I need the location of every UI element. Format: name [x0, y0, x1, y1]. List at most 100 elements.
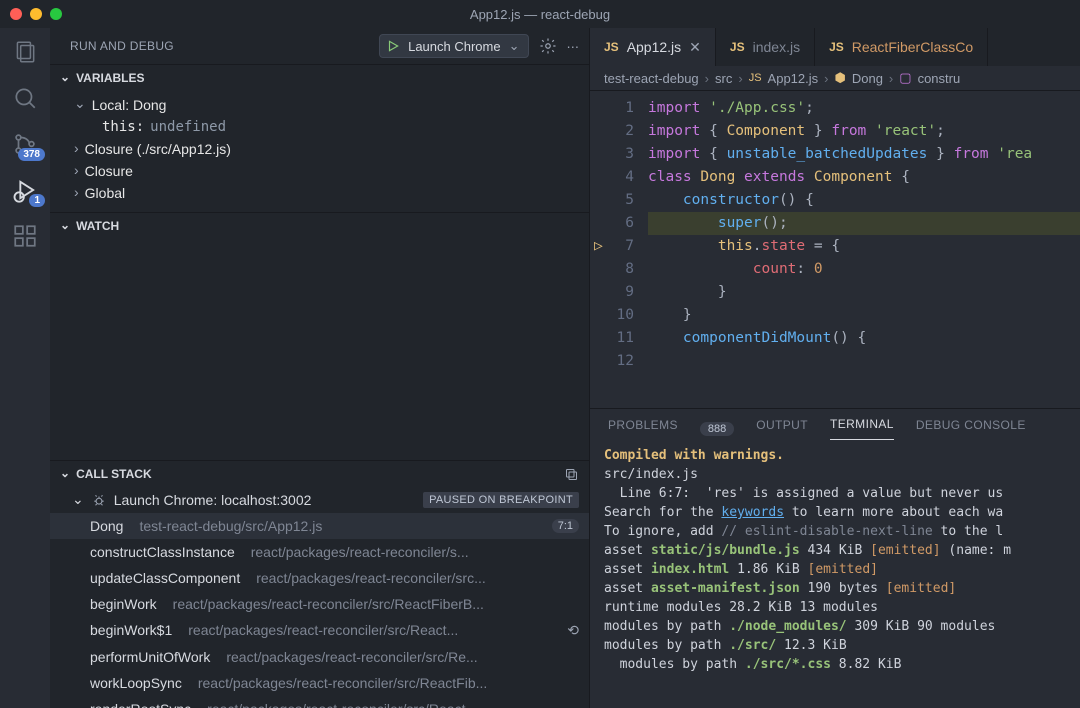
editor-tab[interactable]: JS ReactFiberClassCo	[815, 28, 988, 66]
section-watch[interactable]: WATCH	[50, 212, 589, 239]
chevron-down-icon	[60, 467, 70, 481]
frame-path: react/packages/react-reconciler/s...	[251, 544, 571, 560]
chevron-down-icon	[60, 219, 70, 233]
chevron-down-icon	[72, 492, 84, 509]
frame-path: test-react-debug/src/App12.js	[139, 518, 543, 534]
more-icon[interactable]: ⋯	[567, 39, 580, 54]
close-icon[interactable]: ✕	[689, 39, 701, 56]
section-callstack[interactable]: CALL STACK	[50, 460, 589, 488]
minimize-window-icon[interactable]	[30, 8, 42, 20]
activity-bar: 378 1	[0, 28, 50, 708]
frame-fn: workLoopSync	[90, 675, 182, 691]
callstack-frame[interactable]: workLoopSync react/packages/react-reconci…	[50, 670, 589, 696]
copy-icon[interactable]	[564, 467, 579, 482]
chevron-down-icon: ⌄	[509, 38, 520, 54]
callstack-frame[interactable]: renderRootSyncreact/packages/react-recon…	[50, 696, 589, 708]
frame-fn: renderRootSync	[90, 701, 191, 708]
breadcrumb-item[interactable]: App12.js	[768, 71, 819, 86]
frame-fn: beginWork$1	[90, 622, 172, 638]
scope-closure-file[interactable]: Closure (./src/App12.js)	[50, 138, 589, 160]
close-window-icon[interactable]	[10, 8, 22, 20]
window-controls	[10, 8, 62, 20]
panel-tab-terminal[interactable]: TERMINAL	[830, 417, 894, 440]
tab-label: ReactFiberClassCo	[852, 39, 973, 55]
callstack-frame[interactable]: constructClassInstance react/packages/rea…	[50, 539, 589, 565]
panel-tab-output[interactable]: OUTPUT	[756, 418, 808, 440]
problems-count: 888	[700, 422, 734, 436]
chevron-right-icon	[74, 163, 79, 179]
scm-badge: 378	[18, 148, 45, 161]
editor-tabs: JS App12.js ✕ JS index.js JS ReactFiberClassCo	[590, 28, 1080, 66]
frame-path: react/packages/react-reconciler/src/Reac…	[173, 596, 571, 612]
play-icon	[386, 39, 400, 53]
breadcrumb-item[interactable]: src	[715, 71, 732, 86]
tab-label: App12.js	[627, 39, 681, 55]
run-debug-icon[interactable]: 1	[11, 176, 39, 204]
frame-path: react/packages/react-reconciler/src/Reac…	[188, 622, 559, 638]
extensions-icon[interactable]	[11, 222, 39, 250]
chevron-down-icon	[74, 96, 86, 113]
callstack-session[interactable]: Launch Chrome: localhost:3002 PAUSED ON …	[50, 488, 589, 513]
chevron-right-icon	[74, 141, 79, 157]
callstack-frame[interactable]: Dong test-react-debug/src/App12.js 7:1	[50, 513, 589, 539]
restart-frame-icon[interactable]: ⟲	[567, 622, 579, 639]
titlebar: App12.js — react-debug	[0, 0, 1080, 28]
callstack-body: Launch Chrome: localhost:3002 PAUSED ON …	[50, 488, 589, 708]
breadcrumb-item[interactable]: constru	[918, 71, 961, 86]
editor-group: JS App12.js ✕ JS index.js JS ReactFiberClassCo…	[590, 28, 1080, 708]
window-title: App12.js — react-debug	[470, 7, 610, 22]
debug-badge: 1	[29, 194, 45, 207]
frame-path: react/packages/react-reconciler/src/Re..…	[226, 649, 571, 665]
js-icon: JS	[749, 72, 762, 84]
launch-config-dropdown[interactable]: Launch Chrome ⌄	[379, 34, 528, 58]
line-gutter: 123456▷789101112	[590, 91, 648, 408]
section-variables[interactable]: VARIABLES	[50, 64, 589, 91]
terminal-output[interactable]: Compiled with warnings.src/index.js Line…	[590, 440, 1080, 708]
search-icon[interactable]	[11, 84, 39, 112]
editor-tab[interactable]: JS index.js	[716, 28, 815, 66]
tab-label: index.js	[753, 39, 800, 55]
breadcrumb[interactable]: test-react-debug›src›JSApp12.js›⬢Dong›▢c…	[590, 66, 1080, 91]
position-badge: 7:1	[552, 519, 579, 533]
callstack-frame[interactable]: performUnitOfWork react/packages/react-re…	[50, 644, 589, 670]
chevron-right-icon	[74, 185, 79, 201]
editor-tab[interactable]: JS App12.js ✕	[590, 28, 716, 66]
js-icon: JS	[829, 40, 844, 54]
code-editor[interactable]: 123456▷789101112 import './App.css';impo…	[590, 91, 1080, 408]
frame-fn: performUnitOfWork	[90, 649, 210, 665]
variables-body: Local: Dong this: undefined Closure (./s…	[50, 91, 589, 212]
bug-icon	[92, 493, 106, 507]
frame-fn: constructClassInstance	[90, 544, 235, 560]
js-icon: JS	[604, 40, 619, 54]
panel-tabs: PROBLEMS 888 OUTPUT TERMINAL DEBUG CONSOLE	[590, 409, 1080, 440]
js-icon: JS	[730, 40, 745, 54]
explorer-icon[interactable]	[11, 38, 39, 66]
code-lines[interactable]: import './App.css';import { Component } …	[648, 91, 1080, 408]
class-icon: ⬢	[834, 70, 845, 86]
panel-tab-problems[interactable]: PROBLEMS	[608, 418, 678, 440]
sidebar-header: RUN AND DEBUG Launch Chrome ⌄ ⋯	[50, 28, 589, 64]
source-control-icon[interactable]: 378	[11, 130, 39, 158]
callstack-frame[interactable]: beginWork react/packages/react-reconciler…	[50, 591, 589, 617]
variable-this[interactable]: this: undefined	[50, 116, 589, 138]
method-icon: ▢	[899, 70, 911, 86]
callstack-frame[interactable]: beginWork$1 react/packages/react-reconcil…	[50, 617, 589, 644]
bottom-panel: PROBLEMS 888 OUTPUT TERMINAL DEBUG CONSOLE C…	[590, 408, 1080, 708]
scope-closure[interactable]: Closure	[50, 160, 589, 182]
frame-fn: beginWork	[90, 596, 157, 612]
paused-badge: PAUSED ON BREAKPOINT	[423, 492, 579, 508]
chevron-down-icon	[60, 71, 70, 85]
scope-local[interactable]: Local: Dong	[50, 93, 589, 116]
scope-global[interactable]: Global	[50, 182, 589, 204]
breadcrumb-item[interactable]: test-react-debug	[604, 71, 699, 86]
maximize-window-icon[interactable]	[50, 8, 62, 20]
debug-sidebar: RUN AND DEBUG Launch Chrome ⌄ ⋯ VARIABLE…	[50, 28, 590, 708]
frame-path: react/packages/react-reconciler/src...	[256, 570, 571, 586]
frame-fn: Dong	[90, 518, 123, 534]
callstack-frame[interactable]: updateClassComponentreact/packages/react…	[50, 565, 589, 591]
sidebar-title: RUN AND DEBUG	[70, 39, 174, 53]
frame-path: react/packages/react-reconciler/src/Reac…	[198, 675, 571, 691]
panel-tab-debug-console[interactable]: DEBUG CONSOLE	[916, 418, 1026, 440]
gear-icon[interactable]	[539, 37, 557, 55]
breadcrumb-item[interactable]: Dong	[852, 71, 883, 86]
